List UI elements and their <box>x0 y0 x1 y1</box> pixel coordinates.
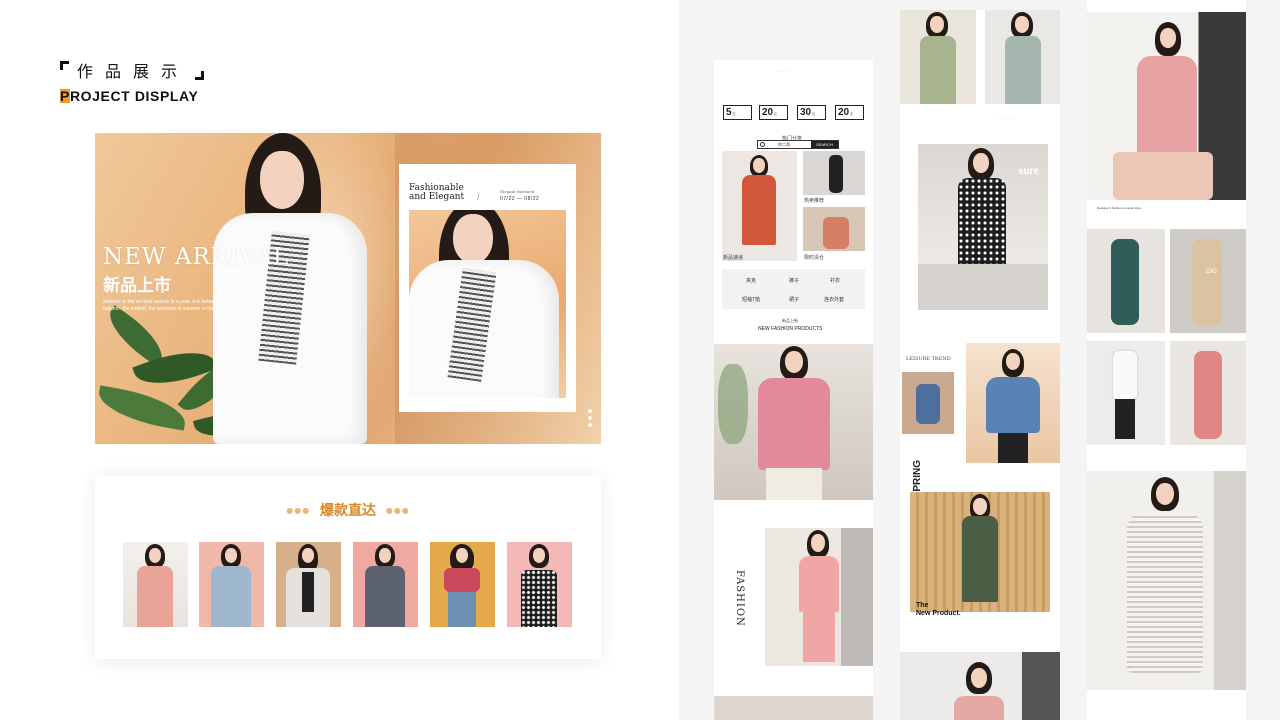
product-photo[interactable] <box>900 652 1060 720</box>
product-photo[interactable] <box>1087 341 1165 445</box>
product-photo[interactable] <box>900 10 976 104</box>
fashion-vertical-text: FASHION <box>734 570 745 627</box>
section-heading: 热门分类 <box>782 136 803 142</box>
product-photo[interactable]: sure <box>918 144 1048 310</box>
new-product-label: The New Product. <box>916 602 961 617</box>
product-thumb[interactable] <box>430 542 495 627</box>
tile-image[interactable] <box>803 207 865 251</box>
product-thumb[interactable] <box>353 542 418 627</box>
style-caption: Designer's fashion romantic style <box>1097 206 1141 210</box>
section-title: 作品展示 <box>60 58 205 82</box>
product-photo[interactable] <box>902 372 954 434</box>
category-link[interactable]: 裤子 <box>789 277 799 284</box>
product-photo[interactable] <box>966 343 1060 463</box>
product-thumb[interactable] <box>276 542 341 627</box>
frame-date: 07/22 — 08/22 <box>500 196 540 202</box>
tile-image[interactable] <box>803 151 865 195</box>
search-icon <box>760 142 765 147</box>
product-thumb[interactable] <box>123 542 188 627</box>
product-photo[interactable] <box>714 696 873 720</box>
product-photo[interactable] <box>765 528 873 666</box>
new-arrival-banner[interactable]: NEW ARRIVAL 新品上市 summer is the second se… <box>95 133 601 444</box>
coupon[interactable]: 5 元 <box>723 105 752 120</box>
hot-items-title: ●●● 爆款直达 ●●● <box>286 503 410 519</box>
section-title-cn: 作品展示 <box>77 62 190 81</box>
page-preview-column-2: · · · · · · · · · · · sure LEISURE TREND… <box>900 10 1060 720</box>
search-button[interactable]: SEARCH <box>811 141 838 148</box>
product-photo[interactable] <box>1087 471 1246 690</box>
product-photo[interactable] <box>1170 341 1246 445</box>
hot-items-card: ●●● 爆款直达 ●●● <box>95 476 601 659</box>
model-photo <box>205 133 375 444</box>
product-photo[interactable]: DIO <box>1170 229 1246 333</box>
tile-label: 限时清仓 <box>804 255 825 261</box>
tile-label: 热卖推荐 <box>804 198 825 204</box>
carousel-dots[interactable] <box>588 409 593 430</box>
new-products-heading: NEW FASHION PRODUCTS <box>758 326 823 332</box>
product-thumb[interactable] <box>199 542 264 627</box>
plant-leaf <box>95 385 189 431</box>
leisure-heading: LEISURE TREND <box>906 356 951 362</box>
category-link[interactable]: 连衣外套 <box>824 296 844 303</box>
frame-photo <box>409 210 566 398</box>
coupon[interactable]: 30 元 <box>797 105 826 120</box>
category-grid: 夹克 裤子 衬衣 短袖T恤 裙子 连衣外套 <box>722 269 865 309</box>
page-preview-column-3: Designer's fashion romantic style DIO <box>1087 0 1246 720</box>
product-photo[interactable] <box>1087 229 1165 333</box>
category-link[interactable]: 夹克 <box>746 277 756 284</box>
product-photo[interactable] <box>985 10 1060 104</box>
product-photo[interactable] <box>910 492 1050 612</box>
frame-heading: Fashionable and Elegant <box>409 183 465 202</box>
banner-title-cn: 新品上市 <box>103 276 171 296</box>
section-title-en: PROJECT DISPLAY <box>60 88 199 104</box>
featured-frame: Fashionable and Elegant / Elegant fasten… <box>399 164 576 412</box>
bracket-open-icon <box>60 61 69 70</box>
tile-image[interactable] <box>722 151 797 261</box>
coupon[interactable]: 20 元 <box>835 105 864 120</box>
product-thumb[interactable] <box>507 542 572 627</box>
product-photo[interactable] <box>714 344 873 500</box>
coupon[interactable]: 20 元 <box>759 105 788 120</box>
category-link[interactable]: 短袖T恤 <box>742 296 760 303</box>
category-link[interactable]: 裙子 <box>789 296 799 303</box>
banner-title: NEW ARRIVAL <box>103 244 290 270</box>
frame-subtitle: Elegant fastened <box>500 189 535 194</box>
bracket-close-icon <box>195 71 205 80</box>
banner-subtitle: summer is the second season in a year, i… <box>103 299 246 312</box>
design-preview-panel: · · · · · · · · · · 你二哥 SEARCH 5 元 20 元 … <box>679 0 1280 720</box>
product-photo[interactable] <box>1087 12 1246 200</box>
new-products-cn: 新品上新 <box>782 318 798 323</box>
tile-label: 新品速递 <box>723 255 744 261</box>
mobile-page-preview: · · · · · · · · · · 你二哥 SEARCH 5 元 20 元 … <box>714 60 873 720</box>
category-link[interactable]: 衬衣 <box>830 277 840 284</box>
